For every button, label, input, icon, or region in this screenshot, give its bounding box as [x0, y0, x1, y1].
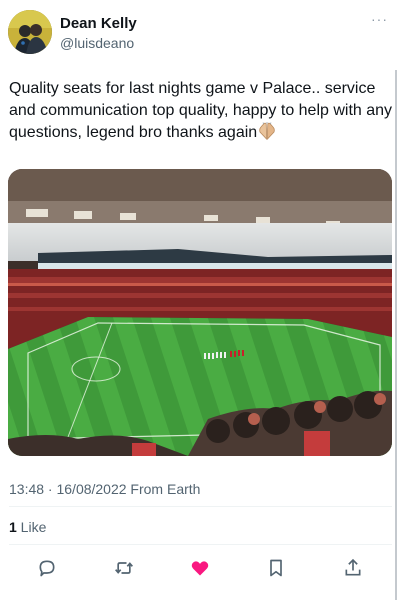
avatar-photo-icon	[8, 10, 52, 54]
share-upload-icon	[345, 558, 361, 576]
action-bar	[0, 554, 400, 582]
bookmark-icon	[270, 559, 282, 577]
tweet-card: Dean Kelly @luisdeano ··· Quality seats …	[0, 0, 400, 600]
tweet-timestamp[interactable]: 13:48 · 16/08/2022 From Earth	[9, 481, 200, 497]
more-options-icon[interactable]: ···	[371, 12, 388, 26]
tweet-text-block: Quality seats for last nights game v Pal…	[9, 78, 394, 144]
likes-count: 1	[9, 519, 17, 535]
bookmark-button[interactable]	[262, 554, 290, 582]
tweet-header: Dean Kelly @luisdeano ···	[8, 10, 392, 56]
author-display-name[interactable]: Dean Kelly	[60, 15, 137, 32]
likes-summary[interactable]: 1 Like	[9, 519, 46, 535]
avatar[interactable]	[8, 10, 52, 54]
heart-filled-icon	[191, 561, 209, 576]
author-handle[interactable]: @luisdeano	[60, 35, 134, 51]
tweet-text: Quality seats for last nights game v Pal…	[9, 80, 393, 141]
retweet-arrows-icon	[115, 562, 133, 574]
scrollbar-rule	[395, 70, 397, 600]
praying-hands-emoji-icon	[257, 122, 277, 141]
speech-bubble-icon	[39, 560, 55, 577]
stadium-photo-icon	[8, 169, 392, 456]
divider	[9, 544, 392, 545]
divider	[9, 506, 392, 507]
tweet-photo[interactable]	[8, 169, 392, 456]
like-button[interactable]	[186, 554, 214, 582]
reply-button[interactable]	[33, 554, 61, 582]
share-button[interactable]	[339, 554, 367, 582]
retweet-button[interactable]	[110, 554, 138, 582]
likes-label: Like	[16, 519, 47, 535]
